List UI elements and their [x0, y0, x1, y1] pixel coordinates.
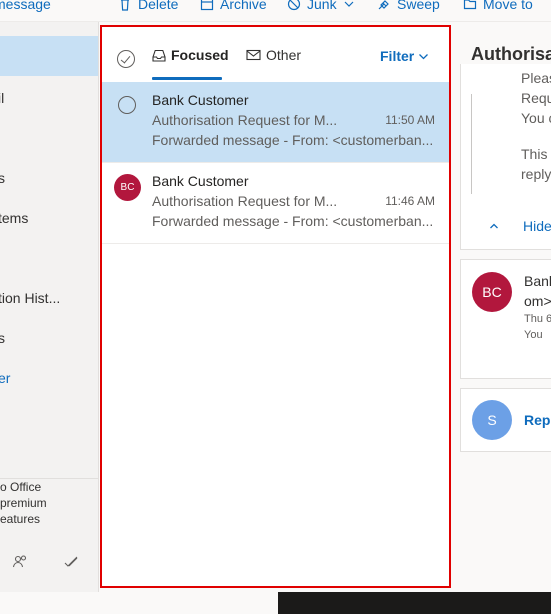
- body-line: You c: [521, 110, 551, 126]
- promo-line: eatures: [0, 512, 41, 526]
- move-to-button[interactable]: Move to: [463, 0, 533, 14]
- message-date: Thu 6: [524, 313, 551, 325]
- sweep-label: Sweep: [397, 0, 440, 12]
- message-preview: Forwarded message - From: <customerban..…: [152, 213, 434, 229]
- tab-other-label: Other: [266, 47, 302, 63]
- recipient-line: You: [524, 329, 543, 341]
- upgrade-promo[interactable]: o Office premium eatures: [0, 478, 98, 527]
- new-message-label: message: [0, 0, 51, 12]
- nav-item-inbox[interactable]: [0, 36, 98, 76]
- nav-item-label: tems: [0, 210, 29, 226]
- junk-label: Junk: [307, 0, 337, 12]
- block-icon: [287, 0, 301, 11]
- filter-label: Filter: [380, 48, 415, 64]
- delete-button[interactable]: Delete: [118, 0, 178, 14]
- people-icon[interactable]: [12, 554, 28, 570]
- taskbar: [278, 592, 551, 614]
- nav-item-label: il: [0, 90, 5, 106]
- message-sender: Bank Customer: [152, 173, 249, 189]
- archive-label: Archive: [220, 0, 267, 12]
- sweep-button[interactable]: Sweep: [377, 0, 440, 14]
- chevron-up-icon[interactable]: [489, 221, 499, 231]
- select-all-checkbox[interactable]: [117, 50, 135, 68]
- message-time: 11:50 AM: [385, 113, 435, 127]
- folder-move-icon: [463, 0, 477, 10]
- broom-icon: [378, 0, 389, 10]
- message-subject: Authorisation Request for M...: [152, 112, 338, 128]
- message-list: Focused Other Filter Bank Customer Autho…: [100, 25, 451, 588]
- nav-item-label: er: [0, 370, 11, 386]
- hide-quoted-text-link[interactable]: Hide: [523, 218, 551, 234]
- body-line: reply: [521, 166, 551, 182]
- body-line: Pleas: [521, 70, 551, 86]
- inbox-tray-icon: [152, 49, 166, 62]
- promo-line: o Office: [0, 480, 42, 494]
- body-line: Requ: [521, 90, 551, 106]
- nav-item-label: s: [0, 170, 5, 186]
- sender-line: om>: [524, 293, 551, 309]
- new-message-button[interactable]: message: [0, 0, 51, 14]
- avatar: BC: [114, 174, 141, 201]
- nav-item-new-folder[interactable]: er: [0, 358, 98, 398]
- nav-item-notes[interactable]: s: [0, 318, 98, 358]
- quote-line: [471, 94, 472, 194]
- folder-pane: il s tems tion Hist... s er o Office pre…: [0, 22, 99, 592]
- body-line: This: [521, 146, 548, 162]
- sender-line: Bank: [524, 273, 551, 289]
- active-tab-indicator: [152, 77, 222, 80]
- avatar: S: [472, 400, 512, 440]
- archive-button[interactable]: Archive: [200, 0, 267, 14]
- avatar: BC: [472, 272, 512, 312]
- nav-item-conversation-history[interactable]: tion Hist...: [0, 278, 98, 318]
- move-to-label: Move to: [483, 0, 533, 12]
- select-message-checkbox[interactable]: [118, 96, 136, 114]
- nav-item-deleted-items[interactable]: tems: [0, 198, 98, 238]
- reply-button[interactable]: Repl: [524, 412, 551, 428]
- message-subject: Authorisation Request for M...: [152, 193, 338, 209]
- message-sender: Bank Customer: [152, 92, 249, 108]
- command-toolbar: message Delete Archive Junk Sweep Move t…: [0, 0, 551, 22]
- inbox-pivot: Focused Other Filter: [102, 27, 449, 83]
- promo-line: premium: [0, 496, 47, 510]
- tab-focused[interactable]: Focused: [152, 47, 229, 63]
- tasks-icon[interactable]: [63, 554, 79, 570]
- delete-label: Delete: [138, 0, 179, 12]
- message-preview: Forwarded message - From: <customerban..…: [152, 132, 434, 148]
- chevron-down-icon: [344, 1, 354, 7]
- email-subject-title: Authorisat: [471, 44, 551, 64]
- message-item[interactable]: BC Bank Customer Authorisation Request f…: [102, 163, 449, 244]
- chevron-down-icon: [419, 53, 429, 59]
- nav-item-label: s: [0, 330, 5, 346]
- trash-icon: [121, 0, 129, 11]
- message-item[interactable]: Bank Customer Authorisation Request for …: [102, 82, 449, 163]
- filter-button[interactable]: Filter: [380, 48, 429, 64]
- nav-item-drafts[interactable]: s: [0, 158, 98, 198]
- message-time: 11:46 AM: [385, 194, 435, 208]
- nav-item-junk-email[interactable]: il: [0, 78, 98, 118]
- nav-item-label: tion Hist...: [0, 290, 61, 306]
- reading-pane: Authorisat Pleas Requ You c This reply H…: [453, 22, 551, 592]
- tab-other[interactable]: Other: [246, 47, 301, 63]
- tab-focused-label: Focused: [171, 47, 229, 63]
- mail-icon: [246, 49, 261, 61]
- junk-button[interactable]: Junk: [287, 0, 361, 14]
- archive-icon: [200, 0, 214, 11]
